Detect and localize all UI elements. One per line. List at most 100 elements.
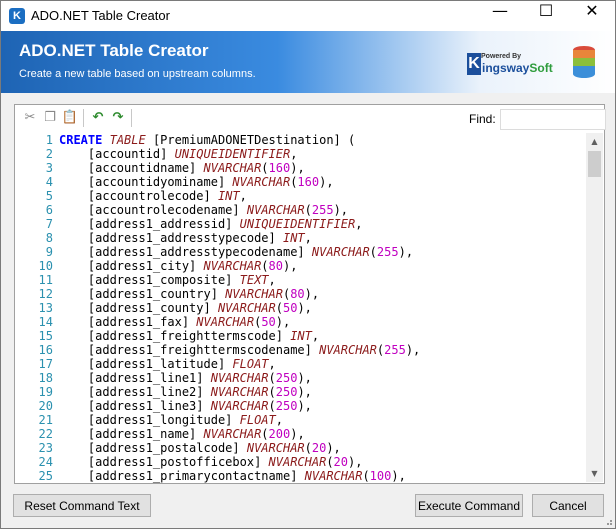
code-token: FLOAT [239, 413, 276, 427]
line-number: 7 [45, 217, 53, 231]
code-line[interactable]: [address1_county] NVARCHAR(50), [59, 301, 586, 315]
code-token: [accountrolecodename] [59, 203, 247, 217]
code-token: NVARCHAR [203, 427, 262, 441]
maximize-button[interactable]: ☐ [523, 1, 569, 31]
code-token: , [239, 189, 247, 203]
code-text[interactable]: CREATE TABLE [PremiumADONETDestination] … [59, 133, 586, 483]
code-area[interactable]: 1 2 3 4 5 6 7 8 9 10 11 12 13 14 15 16 17 18 19 20 21 22 23 24 2… [15, 133, 586, 483]
code-token: ), [391, 469, 406, 483]
code-line[interactable]: [address1_line2] NVARCHAR(250), [59, 385, 586, 399]
code-token: ( [261, 161, 269, 175]
code-token: CREATE [59, 133, 103, 147]
banner-title: ADO.NET Table Creator [19, 41, 209, 60]
line-number: 24 [38, 455, 53, 469]
code-token: [address1_line1] [59, 371, 211, 385]
code-token: NVARCHAR [311, 245, 370, 259]
sql-editor: ✂ ❐ 📋 ↶ ↷ Find: 1 2 3 4 5 6 7 8 9 10 11 12 13 14 15 16 1… [14, 104, 606, 484]
cut-icon[interactable]: ✂ [21, 109, 39, 127]
code-token: ( [268, 385, 276, 399]
code-line[interactable]: [address1_primarycontactname] NVARCHAR(1… [59, 469, 586, 483]
code-line[interactable]: [address1_name] NVARCHAR(200), [59, 427, 586, 441]
vertical-scrollbar[interactable]: ▲ ▼ [586, 133, 603, 482]
code-token: ( [268, 399, 276, 413]
code-token: INT [290, 329, 312, 343]
code-line[interactable]: [address1_fax] NVARCHAR(50), [59, 315, 586, 329]
redo-icon[interactable]: ↷ [109, 109, 127, 127]
code-line[interactable]: [address1_latitude] FLOAT, [59, 357, 586, 371]
line-number: 4 [45, 175, 53, 189]
minimize-button[interactable]: — [477, 1, 523, 31]
line-number: 8 [45, 231, 53, 245]
code-line[interactable]: CREATE TABLE [PremiumADONETDestination] … [59, 133, 586, 147]
code-line[interactable]: [address1_composite] TEXT, [59, 273, 586, 287]
code-token: ), [398, 245, 414, 259]
code-line[interactable]: [address1_freighttermscode] INT, [59, 329, 586, 343]
code-line[interactable]: [address1_freighttermscodename] NVARCHAR… [59, 343, 586, 357]
code-token: 160 [297, 175, 320, 189]
code-token: , [311, 329, 320, 343]
code-token: , [268, 273, 276, 287]
code-token: 250 [275, 399, 298, 413]
code-token: NVARCHAR [246, 203, 305, 217]
code-token: ), [319, 175, 334, 189]
line-numbers: 1 2 3 4 5 6 7 8 9 10 11 12 13 14 15 16 17 18 19 20 21 22 23 24 2… [15, 133, 53, 483]
code-token: 20 [311, 441, 327, 455]
code-token: TEXT [239, 273, 269, 287]
code-line[interactable]: [address1_postofficebox] NVARCHAR(20), [59, 455, 586, 469]
code-token: [address1_fax] [59, 315, 197, 329]
resize-grip-icon[interactable] [603, 516, 613, 526]
code-line[interactable]: [address1_line1] NVARCHAR(250), [59, 371, 586, 385]
code-token: [address1_freighttermscodename] [59, 343, 320, 357]
code-line[interactable]: [address1_city] NVARCHAR(80), [59, 259, 586, 273]
title-bar[interactable]: K ADO.NET Table Creator — ☐ ✕ [1, 1, 615, 31]
scroll-up-icon[interactable]: ▲ [586, 133, 603, 150]
code-token: 200 [268, 427, 291, 441]
logo-brand-a: ingsway [482, 61, 530, 75]
code-token: NVARCHAR [232, 175, 291, 189]
code-line[interactable]: [address1_postalcode] NVARCHAR(20), [59, 441, 586, 455]
line-number: 17 [38, 357, 53, 371]
scrollbar-thumb[interactable] [588, 151, 601, 177]
scroll-down-icon[interactable]: ▼ [586, 465, 603, 482]
find-input[interactable] [500, 109, 606, 130]
line-number: 22 [38, 427, 53, 441]
reset-command-text-button[interactable]: Reset Command Text [13, 494, 151, 517]
line-number: 19 [38, 385, 53, 399]
code-token: UNIQUEIDENTIFIER [174, 147, 291, 161]
code-token: 50 [261, 315, 276, 329]
code-line[interactable]: [address1_country] NVARCHAR(80), [59, 287, 586, 301]
code-token: [address1_longitude] [59, 413, 240, 427]
code-line[interactable]: [address1_addresstypecode] INT, [59, 231, 586, 245]
editor-toolbar: ✂ ❐ 📋 ↶ ↷ Find: [15, 105, 606, 131]
undo-icon[interactable]: ↶ [89, 109, 107, 127]
code-line[interactable]: [address1_addressid] UNIQUEIDENTIFIER, [59, 217, 586, 231]
toolbar-separator [131, 109, 132, 127]
close-button[interactable]: ✕ [569, 1, 615, 31]
code-line[interactable]: [accountrolecodename] NVARCHAR(255), [59, 203, 586, 217]
code-line[interactable]: [accountid] UNIQUEIDENTIFIER, [59, 147, 586, 161]
line-number: 12 [38, 287, 53, 301]
code-token: , [304, 231, 312, 245]
code-token: 250 [275, 385, 298, 399]
paste-icon[interactable]: 📋 [61, 109, 79, 127]
code-line[interactable]: [accountidyominame] NVARCHAR(160), [59, 175, 586, 189]
code-line[interactable]: [address1_line3] NVARCHAR(250), [59, 399, 586, 413]
code-token: [address1_city] [59, 259, 204, 273]
execute-command-button[interactable]: Execute Command [415, 494, 523, 517]
code-token: , [275, 413, 283, 427]
code-line[interactable]: [accountidname] NVARCHAR(160), [59, 161, 586, 175]
cancel-button[interactable]: Cancel [532, 494, 604, 517]
code-line[interactable]: [address1_addresstypecodename] NVARCHAR(… [59, 245, 586, 259]
line-number: 20 [38, 399, 53, 413]
code-token: ( [304, 441, 312, 455]
code-token: NVARCHAR [210, 399, 269, 413]
code-token: ), [297, 399, 312, 413]
code-token: ), [275, 315, 291, 329]
copy-icon[interactable]: ❐ [41, 109, 59, 127]
line-number: 21 [38, 413, 53, 427]
code-line[interactable]: [address1_longitude] FLOAT, [59, 413, 586, 427]
code-token: , [290, 147, 298, 161]
code-token: NVARCHAR [268, 455, 327, 469]
code-line[interactable]: [accountrolecode] INT, [59, 189, 586, 203]
